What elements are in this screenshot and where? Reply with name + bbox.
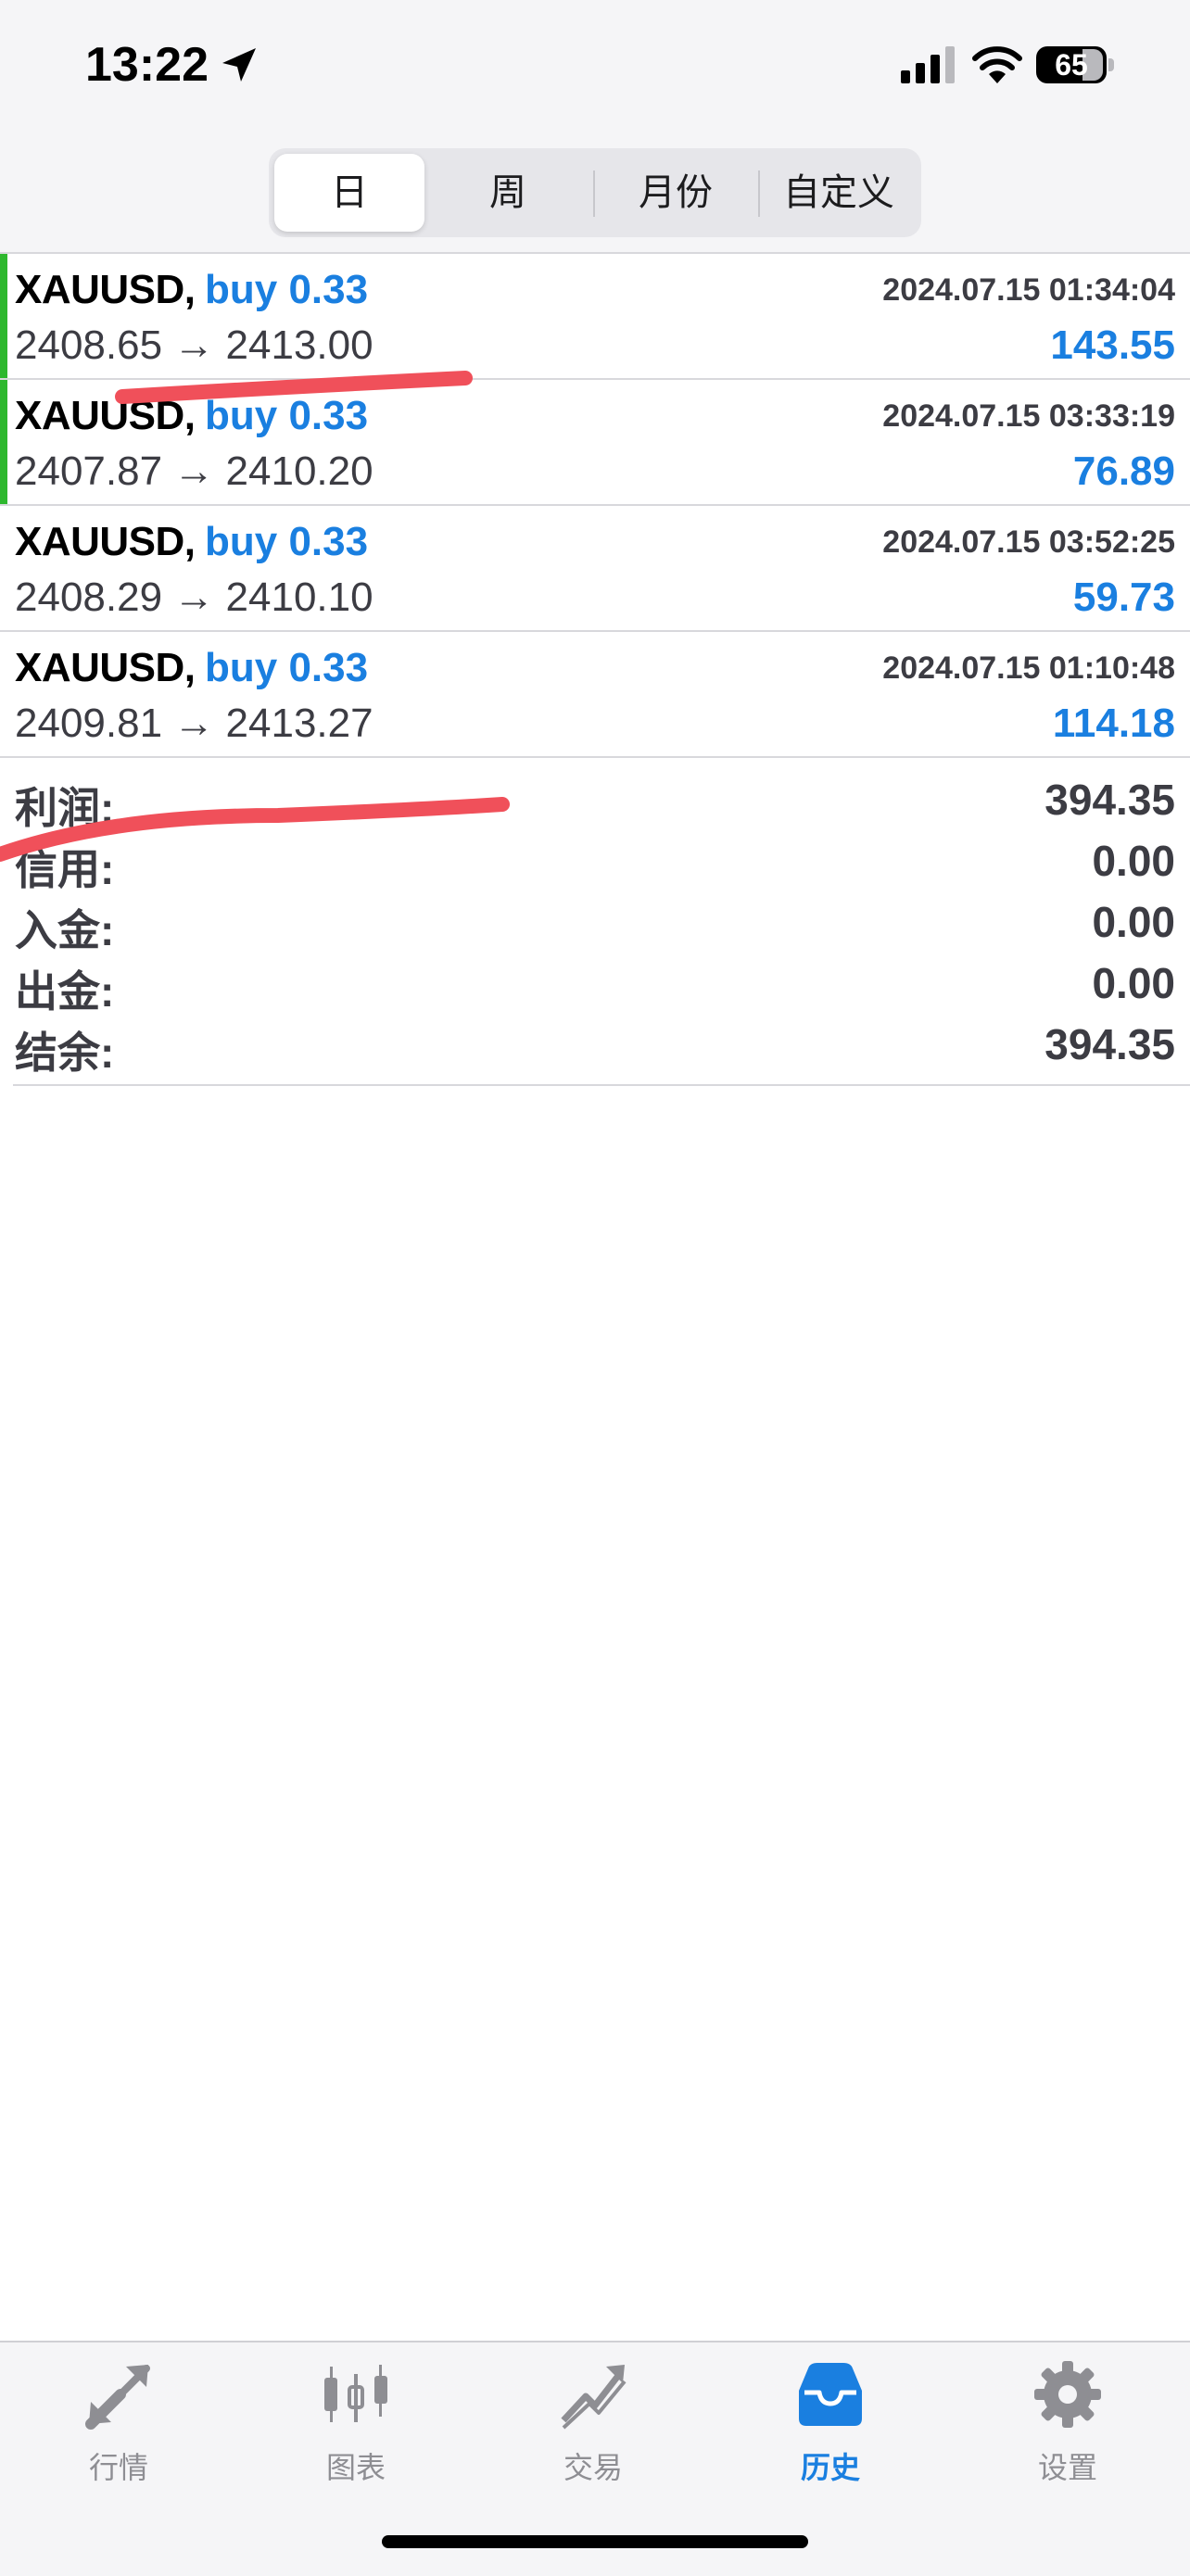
account-summary: 利润: 394.35 信用: 0.00 入金: 0.00 出金: 0.00 结余…	[0, 752, 1190, 1086]
buy-indicator-bar	[0, 254, 7, 378]
summary-value: 394.35	[1044, 776, 1175, 824]
trade-symbol: XAUUSD,	[15, 267, 196, 312]
summary-row-deposit: 入金: 0.00	[0, 893, 1190, 954]
summary-row-balance: 结余: 394.35	[0, 1016, 1190, 1077]
trade-symbol: XAUUSD,	[15, 519, 196, 564]
summary-row-profit: 利润: 394.35	[0, 771, 1190, 832]
status-bar: 13:22 65	[0, 0, 1190, 139]
summary-divider	[13, 1084, 1190, 1086]
summary-value: 0.00	[1092, 959, 1175, 1007]
trade-side-volume: buy 0.33	[205, 645, 369, 690]
summary-label: 利润:	[15, 784, 115, 832]
trade-date: 2024.07.15 03:52:25	[882, 524, 1175, 560]
trade-trend-icon	[561, 2365, 627, 2430]
tab-settings[interactable]: 设置	[975, 2359, 1160, 2498]
open-price: 2409.81	[15, 701, 163, 746]
price-arrow: →	[173, 448, 215, 494]
gear-icon	[1034, 2361, 1101, 2428]
segment-divider	[593, 170, 595, 217]
wifi-icon	[972, 46, 1022, 83]
cellular-signal-icon	[901, 46, 955, 83]
summary-label: 信用:	[15, 845, 115, 893]
trade-row[interactable]: XAUUSD, buy 0.33 2407.87 → 2410.20 2024.…	[0, 380, 1190, 506]
buy-indicator-bar	[0, 380, 7, 504]
trade-prices: 2408.65 → 2413.00	[15, 322, 373, 369]
summary-value: 0.00	[1092, 837, 1175, 885]
open-price: 2407.87	[15, 448, 163, 494]
trade-side-volume: buy 0.33	[205, 267, 369, 312]
close-price: 2410.20	[225, 448, 373, 494]
tab-label: 行情	[88, 2451, 148, 2484]
trade-prices: 2408.29 → 2410.10	[15, 575, 373, 621]
trade-profit: 76.89	[1072, 448, 1175, 494]
candlestick-chart-icon	[324, 2365, 387, 2422]
price-arrow: →	[173, 701, 215, 746]
close-price: 2410.10	[225, 575, 373, 620]
summary-row-credit: 信用: 0.00	[0, 832, 1190, 893]
open-price: 2408.65	[15, 322, 163, 368]
tab-label: 图表	[325, 2451, 386, 2484]
open-price: 2408.29	[15, 575, 163, 620]
quotes-arrows-icon	[85, 2365, 150, 2430]
summary-row-withdrawal: 出金: 0.00	[0, 954, 1190, 1016]
period-selector-bar: 日 周 月份 自定义	[0, 139, 1190, 254]
summary-label: 出金:	[15, 967, 115, 1016]
summary-label: 入金:	[15, 906, 115, 954]
close-price: 2413.27	[225, 701, 373, 746]
history-inbox-icon	[799, 2363, 862, 2426]
period-tab-day[interactable]: 日	[274, 154, 424, 232]
period-tab-month[interactable]: 月份	[597, 154, 754, 232]
trade-prices: 2407.87 → 2410.20	[15, 448, 373, 495]
tab-quotes[interactable]: 行情	[26, 2359, 211, 2498]
tab-history[interactable]: 历史	[738, 2359, 923, 2498]
trade-row[interactable]: XAUUSD, buy 0.33 2408.65 → 2413.00 2024.…	[0, 254, 1190, 380]
battery-tip	[1108, 58, 1114, 71]
summary-label: 结余:	[15, 1029, 115, 1077]
status-time: 13:22	[85, 38, 209, 92]
tab-trade[interactable]: 交易	[500, 2359, 686, 2498]
trade-prices: 2409.81 → 2413.27	[15, 701, 373, 747]
trade-row[interactable]: XAUUSD, buy 0.33 2408.29 → 2410.10 2024.…	[0, 506, 1190, 632]
segment-divider	[758, 170, 760, 217]
trade-profit: 143.55	[1050, 322, 1175, 368]
period-segmented-control: 日 周 月份 自定义	[269, 148, 921, 237]
trade-profit: 59.73	[1072, 575, 1175, 620]
summary-value: 0.00	[1092, 898, 1175, 946]
trade-symbol: XAUUSD,	[15, 645, 196, 690]
period-tab-week[interactable]: 周	[428, 154, 588, 232]
battery-level: 65	[1055, 48, 1088, 82]
trade-date: 2024.07.15 03:33:19	[882, 398, 1175, 434]
tab-label: 历史	[800, 2451, 860, 2484]
battery-indicator: 65	[1036, 46, 1116, 83]
summary-value: 394.35	[1044, 1020, 1175, 1068]
trade-profit: 114.18	[1052, 701, 1175, 746]
trade-side-volume: buy 0.33	[205, 393, 369, 438]
tab-charts[interactable]: 图表	[263, 2359, 449, 2498]
price-arrow: →	[173, 575, 215, 620]
trade-symbol: XAUUSD,	[15, 393, 196, 438]
price-arrow: →	[173, 322, 215, 368]
trade-date: 2024.07.15 01:10:48	[882, 650, 1175, 686]
period-tab-custom[interactable]: 自定义	[762, 154, 916, 232]
home-indicator	[382, 2535, 808, 2548]
trade-side-volume: buy 0.33	[205, 519, 369, 564]
tab-label: 交易	[563, 2451, 623, 2484]
trade-date: 2024.07.15 01:34:04	[882, 272, 1175, 308]
close-price: 2413.00	[225, 322, 373, 368]
trade-row[interactable]: XAUUSD, buy 0.33 2409.81 → 2413.27 2024.…	[0, 632, 1190, 758]
location-arrow-icon	[222, 48, 256, 82]
tab-label: 设置	[1037, 2451, 1097, 2484]
